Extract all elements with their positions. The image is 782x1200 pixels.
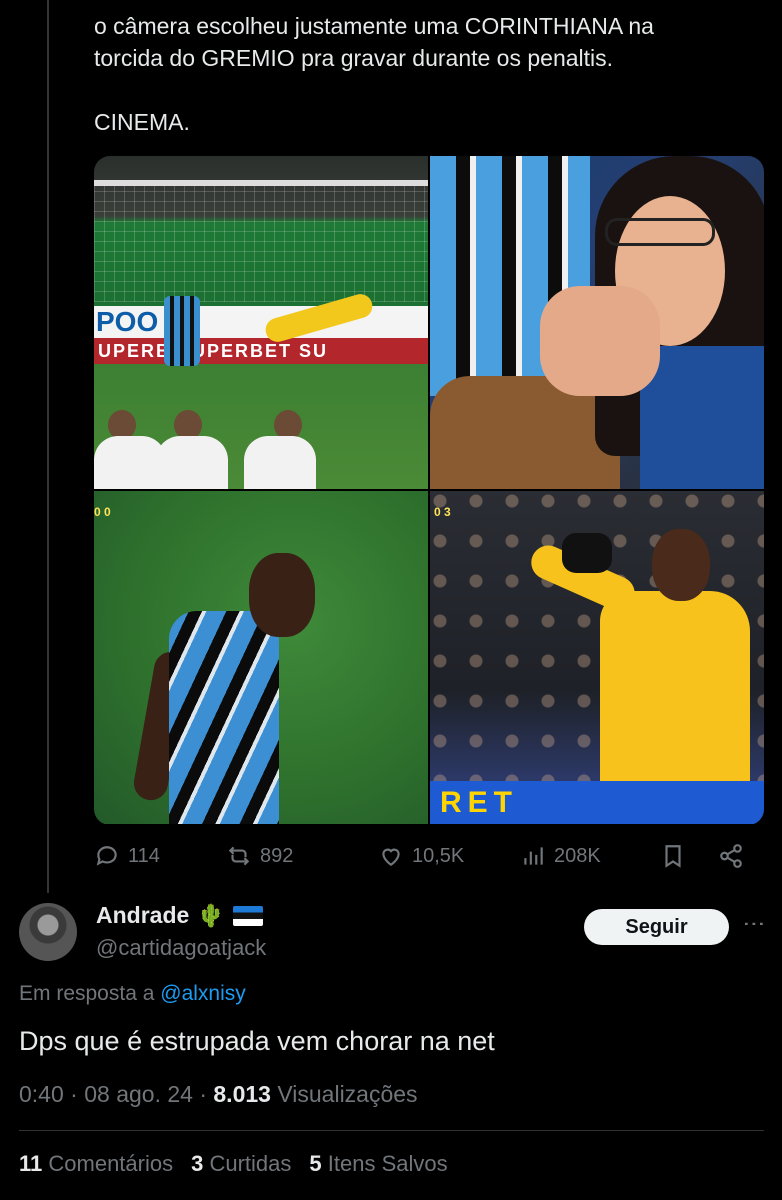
mention-link[interactable]: @alxnisy: [160, 982, 246, 1005]
replying-prefix: Em resposta a: [19, 982, 155, 1005]
thread-connector-line: [47, 0, 49, 893]
follow-button[interactable]: Seguir: [584, 909, 729, 945]
saves-stat[interactable]: 5 Itens Salvos: [309, 1151, 447, 1177]
comments-stat[interactable]: 11 Comentários: [19, 1151, 173, 1177]
views-button[interactable]: 208K: [520, 840, 601, 872]
tweet-text-line: torcida do GREMIO pra gravar durante os …: [94, 45, 614, 71]
reply-text: Dps que é estrupada vem chorar na net: [19, 1026, 495, 1056]
avatar[interactable]: [19, 903, 77, 961]
engagement-stats: 11 Comentários 3 Curtidas 5 Itens Salvos: [19, 1151, 448, 1177]
player-jersey: [169, 611, 279, 824]
tweet-meta: 0:40 · 08 ago. 24 · 8.013 Visualizações: [19, 1081, 418, 1107]
views-total: 8.013: [213, 1081, 271, 1107]
stadium-board: POO: [94, 306, 428, 338]
saves-count: 5: [309, 1151, 322, 1176]
repost-icon: [228, 846, 250, 866]
author-name-text: Andrade: [96, 902, 190, 928]
penalty-taker: [164, 296, 200, 366]
likes-stat[interactable]: 3 Curtidas: [191, 1151, 291, 1177]
comments-label: Comentários: [48, 1151, 174, 1176]
replying-to: Em resposta a @alxnisy: [19, 982, 246, 1006]
divider: [19, 1130, 764, 1131]
repost-count: 892: [260, 844, 294, 867]
saves-label: Itens Salvos: [327, 1151, 448, 1176]
cactus-icon: 🌵: [197, 902, 225, 928]
views-label: Visualizações: [277, 1081, 418, 1107]
heart-icon: [382, 848, 400, 866]
bar-chart-icon: [524, 847, 543, 865]
share-icon: [720, 844, 742, 868]
tweet-actions: 114 892 10,5K 208K: [94, 840, 754, 872]
score-overlay: 0 3: [434, 505, 451, 519]
goalkeeper-celebrating-photo[interactable]: 0 3 RET: [430, 491, 764, 824]
bookmark-icon: [665, 845, 681, 868]
bookmark-button[interactable]: [660, 840, 686, 872]
tweet-time[interactable]: 0:40: [19, 1081, 64, 1107]
player-head-down-photo[interactable]: 0 0: [94, 491, 428, 824]
flag-icon: [232, 905, 263, 926]
reply-icon: [96, 846, 117, 866]
penalty-kick-photo[interactable]: POO UPERB SUPERBET SU: [94, 156, 428, 489]
comments-count: 11: [19, 1151, 43, 1176]
author-name[interactable]: Andrade 🌵: [96, 902, 263, 929]
reply-count: 114: [128, 844, 160, 867]
likes-label: Curtidas: [209, 1151, 292, 1176]
more-options-icon[interactable]: ⋮: [740, 913, 768, 935]
likes-count: 3: [191, 1151, 204, 1176]
sponsor-board: UPERB SUPERBET SU: [94, 338, 428, 364]
views-count: 208K: [554, 844, 601, 867]
score-overlay: 0 0: [94, 505, 111, 519]
fan-reaction-photo[interactable]: [430, 156, 764, 489]
share-button[interactable]: [718, 840, 744, 872]
repost-button[interactable]: 892: [226, 840, 293, 872]
like-count: 10,5K: [412, 844, 465, 867]
tweet-text-line: CINEMA.: [94, 109, 190, 135]
like-button[interactable]: 10,5K: [378, 840, 464, 872]
author-handle[interactable]: @cartidagoatjack: [96, 935, 266, 961]
ad-board: RET: [430, 781, 764, 824]
tweet-text: o câmera escolheu justamente uma CORINTH…: [94, 10, 754, 138]
media-grid[interactable]: POO UPERB SUPERBET SU 0 0 0 3 RET: [94, 156, 764, 825]
tweet-text-line: o câmera escolheu justamente uma CORINTH…: [94, 13, 654, 39]
reply-button[interactable]: 114: [94, 840, 160, 872]
tweet-date[interactable]: 08 ago. 24: [84, 1081, 193, 1107]
